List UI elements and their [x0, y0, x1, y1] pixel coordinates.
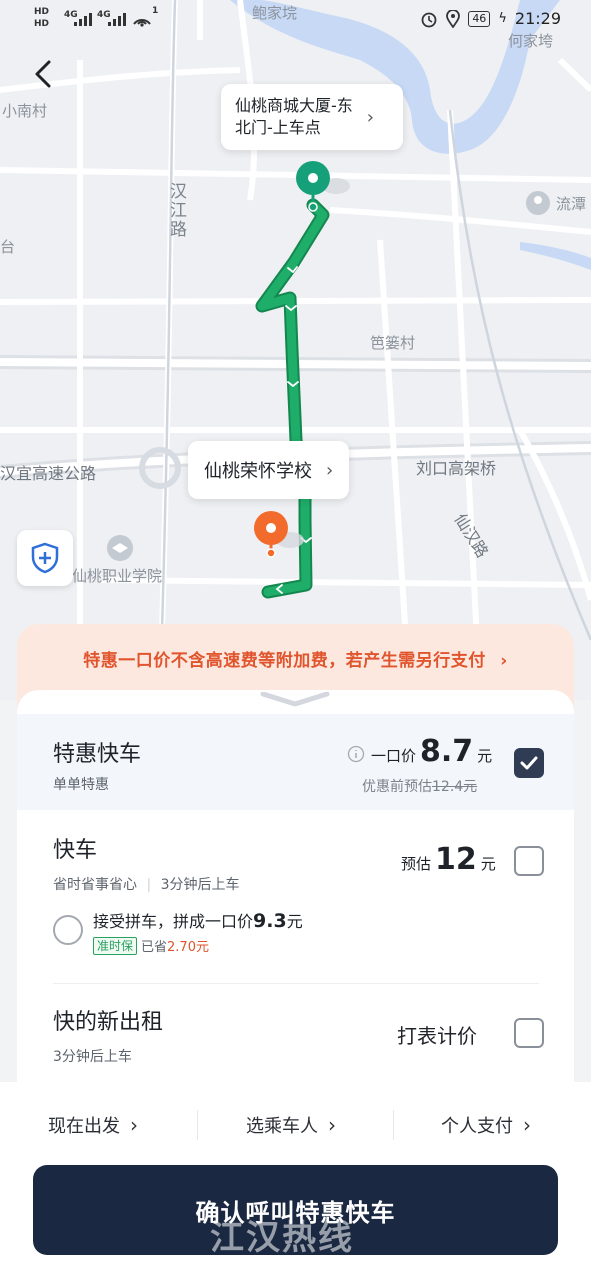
pickup-location-bubble[interactable]: 仙桃商城大厦-东 北门-上车点 ›	[221, 84, 403, 150]
map-label-ba-wei-cun: 笆篓村	[370, 334, 416, 352]
alarm-icon	[421, 12, 437, 27]
on-time-guarantee-badge: 准时保	[93, 936, 138, 955]
payment-option[interactable]: 个人支付 ›	[441, 1112, 531, 1138]
shield-icon	[31, 542, 59, 574]
map-label-han-yi-highway: 汉宜高速公路	[0, 464, 97, 483]
collapse-handle-icon[interactable]	[259, 692, 331, 708]
carpool-radio[interactable]	[53, 915, 83, 945]
signal-icon	[74, 10, 92, 26]
ride-options-sheet: 特惠快车 单单特惠 一口价 8.7 元 优惠前预估 12.4元 快车 省时省事省…	[17, 690, 574, 1090]
map-label-liu-kou-bridge: 刘口高架桥	[416, 459, 497, 478]
ride-checkbox[interactable]	[514, 846, 544, 876]
map-label-liu-tan: 流潭	[556, 195, 587, 213]
map-view[interactable]: 鲍家垸 何家垮 小南村 汉江路 流潭 台 笆篓村 汉宜高速公路 刘口高架桥 仙汉…	[0, 0, 591, 700]
ride-option-special-express[interactable]: 特惠快车 单单特惠 一口价 8.7 元 优惠前预估 12.4元	[17, 714, 574, 810]
ride-subtitle: 单单特惠	[53, 777, 109, 793]
metered-fare-label: 打表计价	[397, 1024, 477, 1048]
check-icon	[520, 756, 538, 770]
ride-option-taxi[interactable]: 快的新出租 3分钟后上车 打表计价	[17, 984, 574, 1090]
chevron-right-icon: ›	[500, 651, 508, 671]
destination-label: 仙桃荣怀学校	[204, 461, 312, 482]
destination-bubble[interactable]: 仙桃荣怀学校 ›	[188, 441, 350, 499]
pickup-label-line1: 仙桃商城大厦-东	[235, 96, 353, 115]
wifi-level: 1	[152, 6, 159, 16]
clock: 21:29	[514, 9, 561, 28]
ride-checkbox[interactable]	[514, 1018, 544, 1048]
map-label-han-jiang-lu: 汉江路	[166, 182, 186, 239]
chevron-right-icon: ›	[130, 1113, 138, 1137]
ride-title: 快车	[53, 838, 98, 863]
back-arrow-icon	[35, 60, 51, 88]
location-icon	[446, 9, 461, 28]
carpool-label: 接受拼车，拼成一口价 9.3 元	[93, 910, 303, 932]
ride-option-express[interactable]: 快车 省时省事省心 | 3分钟后上车 预估 12 元 接受拼车，拼成一口价 9.…	[17, 810, 574, 982]
ride-title: 特惠快车	[53, 742, 142, 767]
original-price: 优惠前预估 12.4元	[362, 779, 478, 795]
status-bar: HD HD 4G 4G 1 46 ϟ 21:29	[0, 0, 591, 40]
select-passenger-option[interactable]: 选乘车人 ›	[246, 1112, 336, 1138]
ride-price: 一口价 8.7 元	[347, 734, 492, 769]
ride-subtitle: 省时省事省心 | 3分钟后上车	[53, 877, 240, 893]
info-icon[interactable]	[347, 745, 365, 763]
chevron-right-icon: ›	[366, 106, 374, 128]
wifi-icon	[133, 19, 151, 27]
ride-checkbox-checked[interactable]	[514, 748, 544, 778]
charging-icon: ϟ	[498, 11, 507, 26]
hd-indicator: HD HD	[34, 7, 50, 29]
ride-price: 预估 12 元	[401, 842, 496, 877]
notice-text-wrap: 特惠一口价不含高速费等附加费，若产生需另行支付 ›	[17, 646, 574, 671]
chevron-right-icon: ›	[326, 459, 334, 481]
notice-text: 特惠一口价不含高速费等附加费，若产生需另行支付	[83, 651, 486, 671]
option-divider	[197, 1110, 198, 1140]
map-label-vocational-college: 仙桃职业学院	[72, 567, 163, 585]
map-label-xiao-nan-cun: 小南村	[2, 102, 48, 120]
signal-icon-2	[108, 10, 126, 26]
safety-shield-button[interactable]	[17, 530, 73, 586]
pickup-label-line2: 北门-上车点	[235, 118, 321, 137]
battery-indicator: 46	[468, 10, 491, 27]
back-button[interactable]	[26, 55, 60, 93]
status-right: 46 ϟ 21:29	[420, 9, 561, 28]
chevron-right-icon: ›	[328, 1113, 336, 1137]
map-label-tai: 台	[0, 238, 16, 256]
option-divider	[393, 1110, 394, 1140]
depart-time-option[interactable]: 现在出发 ›	[48, 1112, 138, 1138]
chevron-right-icon: ›	[523, 1113, 531, 1137]
ride-title: 快的新出租	[53, 1010, 164, 1035]
carpool-savings: 准时保 已省 2.70元	[93, 936, 209, 955]
watermark: 江汉热线	[210, 1218, 354, 1258]
ride-subtitle: 3分钟后上车	[53, 1049, 132, 1065]
